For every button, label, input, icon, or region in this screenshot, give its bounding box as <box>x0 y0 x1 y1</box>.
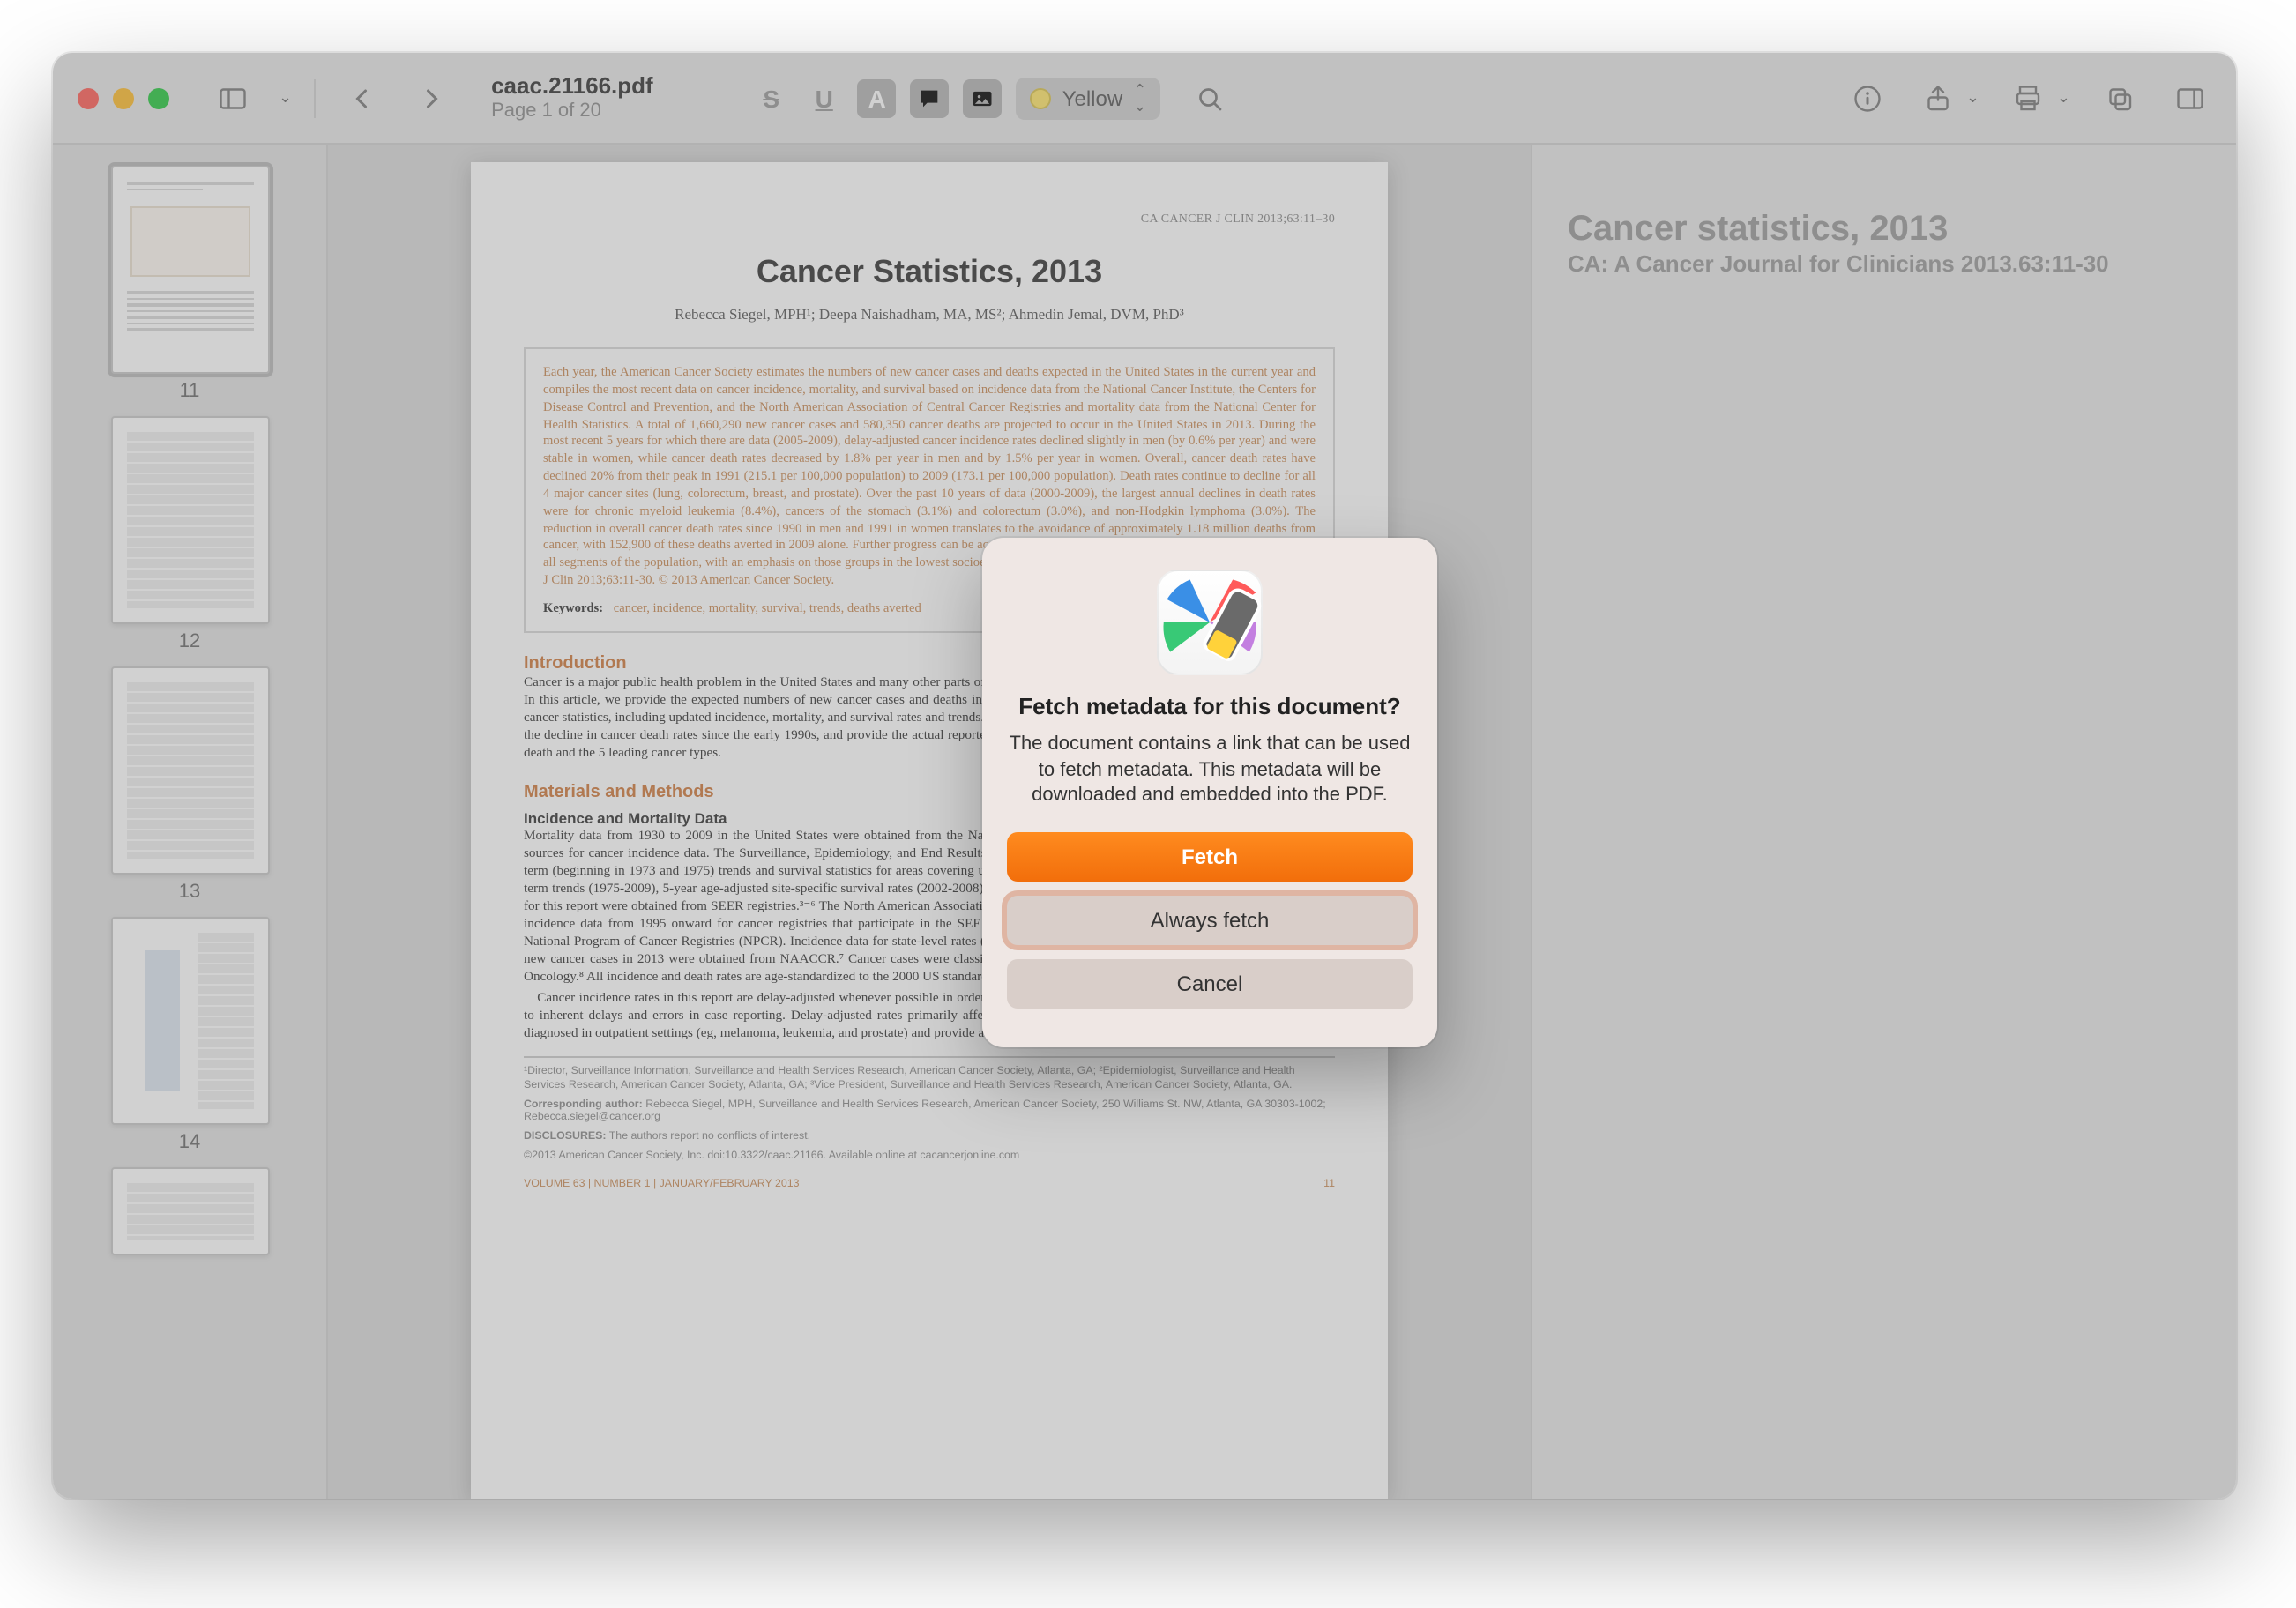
app-icon <box>1157 570 1263 675</box>
dialog-heading: Fetch metadata for this document? <box>1007 693 1413 722</box>
cancel-button[interactable]: Cancel <box>1007 959 1413 1009</box>
fetch-metadata-dialog: Fetch metadata for this document? The do… <box>982 538 1437 1047</box>
always-fetch-button[interactable]: Always fetch <box>1007 896 1413 945</box>
dialog-body: The document contains a link that can be… <box>1007 733 1413 808</box>
app-window: ⌄ caac.21166.pdf Page 1 of 20 S U A Yell… <box>53 53 2236 1499</box>
fetch-button[interactable]: Fetch <box>1007 832 1413 882</box>
